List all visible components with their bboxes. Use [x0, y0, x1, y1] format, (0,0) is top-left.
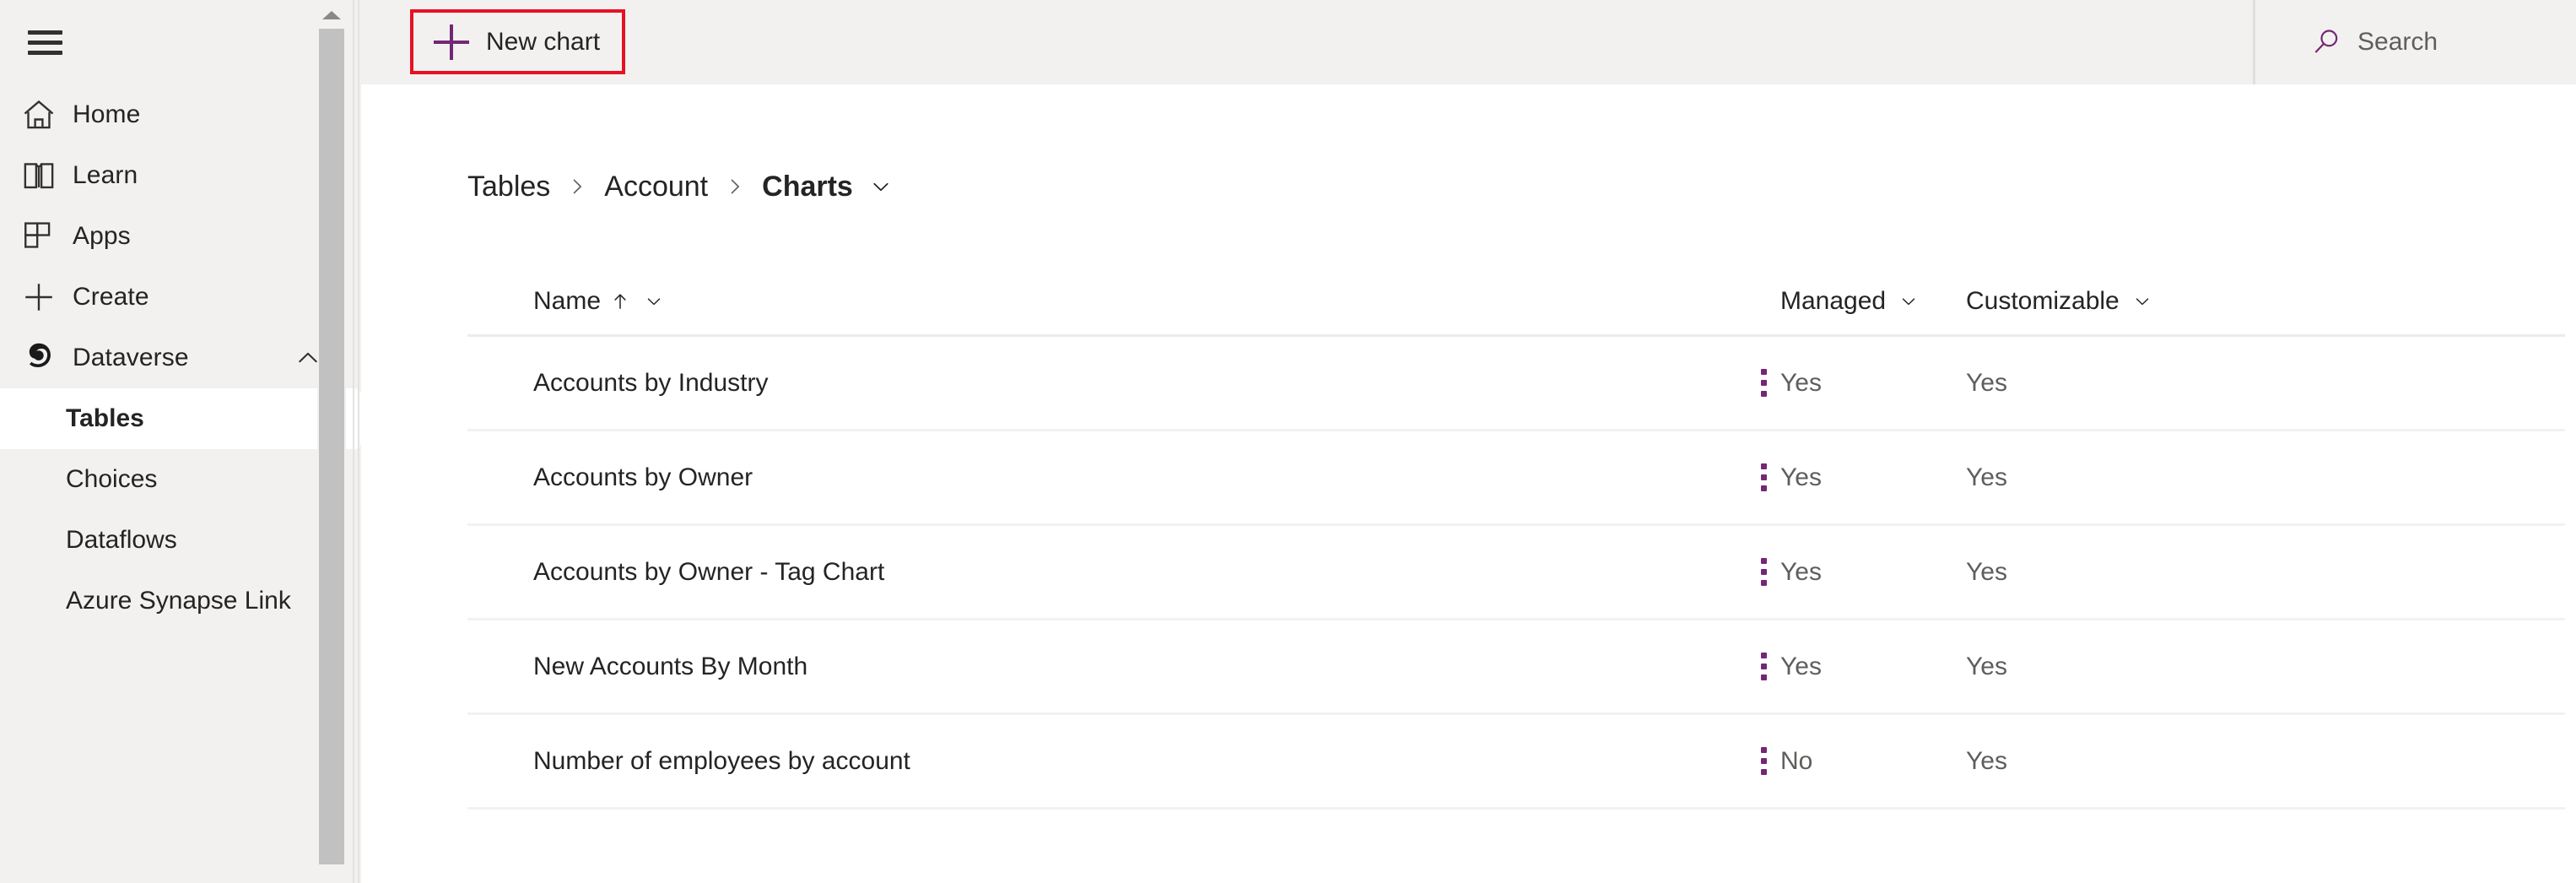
- row-name-link[interactable]: Accounts by Owner: [533, 431, 753, 523]
- column-header-label: Managed: [1780, 289, 1886, 314]
- table-row[interactable]: Accounts by Owner Yes Yes: [467, 431, 2565, 526]
- table-row[interactable]: Number of employees by account No Yes: [467, 715, 2565, 810]
- sidebar-item-label: Home: [73, 102, 140, 127]
- breadcrumb: Tables Account Charts: [467, 165, 894, 208]
- chevron-down-icon[interactable]: [868, 174, 894, 199]
- more-vertical-icon: [1761, 366, 1767, 400]
- sidebar-subitem-label: Dataflows: [66, 528, 177, 553]
- sidebar-item-label: Create: [73, 284, 149, 310]
- column-header-label: Customizable: [1966, 289, 2120, 314]
- left-sidebar: Home Learn: [0, 0, 361, 883]
- row-customizable-value: Yes: [1966, 526, 2007, 618]
- sidebar-item-dataverse[interactable]: Dataverse: [0, 328, 361, 388]
- sidebar-item-label: Apps: [73, 224, 131, 249]
- column-header-customizable[interactable]: Customizable: [1966, 268, 2153, 334]
- more-vertical-icon: [1761, 555, 1767, 589]
- row-managed-value: Yes: [1780, 337, 1822, 429]
- breadcrumb-item-tables[interactable]: Tables: [467, 172, 550, 201]
- home-icon: [19, 95, 59, 135]
- plus-icon: [434, 24, 469, 60]
- new-chart-button-label: New chart: [486, 30, 600, 55]
- book-icon: [19, 155, 59, 196]
- hamburger-icon-bar: [28, 41, 62, 45]
- row-managed-value: Yes: [1780, 620, 1822, 712]
- row-customizable-value: Yes: [1966, 620, 2007, 712]
- more-vertical-icon: [1761, 650, 1767, 684]
- more-vertical-icon: [1761, 461, 1767, 495]
- plus-icon: [19, 277, 59, 317]
- sidebar-item-azure-synapse-link[interactable]: Azure Synapse Link: [0, 571, 361, 631]
- dataverse-icon: [19, 338, 59, 378]
- table-row[interactable]: Accounts by Owner - Tag Chart Yes Yes: [467, 526, 2565, 620]
- row-name-link[interactable]: Accounts by Industry: [533, 337, 768, 429]
- sidebar-item-learn[interactable]: Learn: [0, 145, 361, 206]
- grid-header-row: Name Managed: [467, 268, 2565, 337]
- sidebar-subitem-label: Choices: [66, 467, 157, 492]
- row-managed-value: Yes: [1780, 431, 1822, 523]
- sidebar-item-dataflows[interactable]: Dataflows: [0, 510, 361, 571]
- arrow-up-icon: [609, 290, 631, 312]
- chevron-right-icon: [565, 175, 589, 198]
- hamburger-icon-bar: [28, 51, 62, 55]
- sidebar-subitem-label: Tables: [66, 406, 144, 431]
- row-customizable-value: Yes: [1966, 715, 2007, 807]
- column-header-label: Name: [533, 289, 601, 314]
- row-name-link[interactable]: Number of employees by account: [533, 715, 910, 807]
- sidebar-divider-outer: [358, 0, 359, 883]
- breadcrumb-item-account[interactable]: Account: [604, 172, 708, 201]
- chevron-right-icon: [723, 175, 747, 198]
- breadcrumb-item-charts: Charts: [762, 172, 853, 201]
- sidebar-item-label: Dataverse: [73, 345, 189, 371]
- chevron-down-icon[interactable]: [643, 290, 665, 312]
- top-command-bar: New chart Search: [361, 0, 2576, 84]
- more-vertical-icon: [1761, 745, 1767, 778]
- search-box[interactable]: Search: [2275, 0, 2576, 84]
- topbar-divider: [2253, 0, 2255, 84]
- column-header-managed[interactable]: Managed: [1780, 268, 1920, 334]
- column-header-name[interactable]: Name: [533, 268, 665, 334]
- sidebar-item-tables[interactable]: Tables: [0, 388, 361, 449]
- chevron-down-icon[interactable]: [1898, 290, 1920, 312]
- sidebar-scrollbar[interactable]: [317, 0, 346, 883]
- search-input[interactable]: Search: [2357, 30, 2438, 55]
- table-row[interactable]: New Accounts By Month Yes Yes: [467, 620, 2565, 715]
- sidebar-item-create[interactable]: Create: [0, 267, 361, 328]
- new-chart-button[interactable]: New chart: [410, 9, 625, 74]
- row-customizable-value: Yes: [1966, 431, 2007, 523]
- row-managed-value: Yes: [1780, 526, 1822, 618]
- table-row[interactable]: Accounts by Industry Yes Yes: [467, 337, 2565, 431]
- row-name-link[interactable]: New Accounts By Month: [533, 620, 807, 712]
- sidebar-scrollbar-thumb[interactable]: [319, 29, 344, 864]
- sidebar-item-label: Learn: [73, 163, 138, 188]
- sidebar-item-choices[interactable]: Choices: [0, 449, 361, 510]
- chevron-down-icon[interactable]: [2131, 290, 2153, 312]
- triangle-up-icon[interactable]: [317, 3, 346, 27]
- row-managed-value: No: [1780, 715, 1812, 807]
- sidebar-item-apps[interactable]: Apps: [0, 206, 361, 267]
- search-icon: [2309, 24, 2344, 60]
- sidebar-divider: [353, 0, 354, 883]
- hamburger-icon: [28, 30, 62, 35]
- main-content: Tables Account Charts: [361, 84, 2576, 883]
- sidebar-item-home[interactable]: Home: [0, 84, 361, 145]
- sidebar-nav-list: Home Learn: [0, 84, 361, 631]
- charts-grid: Name Managed: [467, 268, 2565, 810]
- row-customizable-value: Yes: [1966, 337, 2007, 429]
- row-name-link[interactable]: Accounts by Owner - Tag Chart: [533, 526, 884, 618]
- apps-grid-icon: [19, 216, 59, 257]
- app-root: Home Learn: [0, 0, 2576, 883]
- sidebar-subitem-label: Azure Synapse Link: [66, 588, 291, 614]
- hamburger-menu-button[interactable]: [12, 12, 73, 73]
